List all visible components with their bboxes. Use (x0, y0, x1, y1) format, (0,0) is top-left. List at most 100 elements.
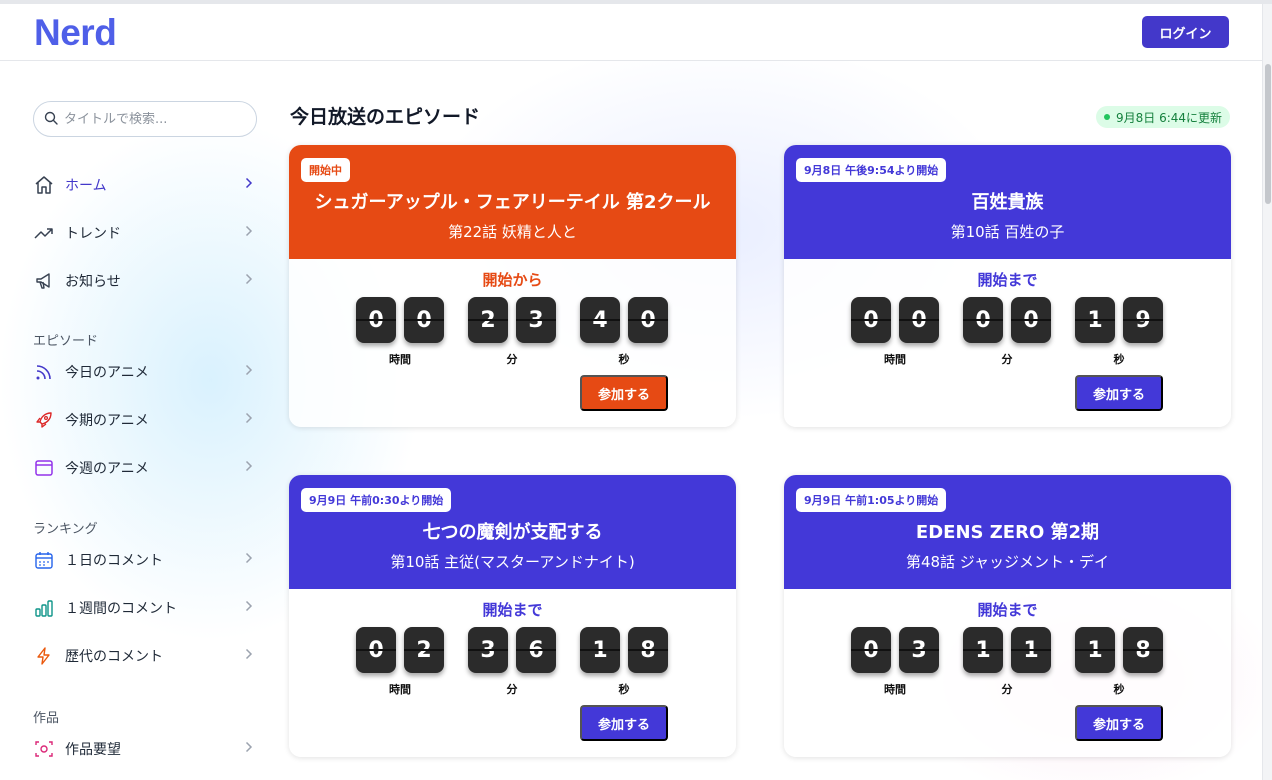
chevron-right-icon (245, 460, 253, 476)
countdown-digit: 3 (468, 627, 508, 673)
sidebar-item-label: 今日のアニメ (65, 365, 149, 381)
chevron-right-icon (245, 412, 253, 428)
trending-icon (33, 222, 55, 244)
join-button[interactable]: 参加する (1075, 375, 1163, 411)
sidebar-item-label: １日のコメント (65, 553, 163, 569)
sidebar-item-label: １週間のコメント (65, 601, 177, 617)
card-badge: 9月9日 午前1:05より開始 (796, 488, 947, 512)
episode-card[interactable]: 9月9日 午前0:30より開始 七つの魔剣が支配する 第10話 主従(マスターア… (289, 475, 736, 757)
card-subtitle: 第10話 主従(マスターアンドナイト) (390, 553, 635, 571)
chevron-right-icon (245, 741, 253, 757)
card-badge: 9月9日 午前0:30より開始 (301, 488, 452, 512)
sidebar: ホーム トレンド お知らせ エピソード 今日のアニメ 今期のアニメ 今週の (0, 62, 270, 780)
chevron-right-icon (245, 600, 253, 616)
countdown-digit: 0 (963, 297, 1003, 343)
sidebar-item-label: 作品要望 (65, 742, 121, 758)
rss-icon (33, 361, 55, 383)
countdown-digit: 8 (1123, 627, 1163, 673)
countdown-digit: 0 (851, 627, 891, 673)
countdown-digit: 0 (851, 297, 891, 343)
countdown-digit: 1 (1075, 297, 1115, 343)
countdown-status: 開始まで (977, 271, 1038, 289)
countdown-digit: 4 (580, 297, 620, 343)
card-title: EDENS ZERO 第2期 (915, 522, 1100, 543)
focus-icon (33, 738, 55, 760)
chevron-right-icon (245, 177, 253, 193)
countdown-digit: 0 (899, 297, 939, 343)
section-label-ranking: ランキング (33, 522, 98, 537)
page-title: 今日放送のエピソード (290, 106, 481, 128)
chevron-right-icon (245, 273, 253, 289)
sidebar-item-all-time-comments[interactable]: 歴代のコメント (33, 639, 257, 673)
episode-card[interactable]: 9月8日 午後9:54より開始 百姓貴族 第10話 百姓の子 開始まで 0 0 … (784, 145, 1231, 427)
countdown-digit: 2 (468, 297, 508, 343)
countdown-status: 開始から (482, 271, 543, 289)
card-title: シュガーアップル・フェアリーテイル 第2クール (314, 192, 711, 213)
countdown-digit: 0 (628, 297, 668, 343)
join-button[interactable]: 参加する (1075, 705, 1163, 741)
card-subtitle: 第48話 ジャッジメント・デイ (905, 553, 1110, 571)
sidebar-item-label: トレンド (65, 226, 121, 242)
section-label-episodes: エピソード (33, 334, 99, 349)
countdown-digit: 0 (404, 297, 444, 343)
countdown-digit: 2 (404, 627, 444, 673)
episode-card[interactable]: 開始中 シュガーアップル・フェアリーテイル 第2クール 第22話 妖精と人と 開… (289, 145, 736, 427)
scroll-thumb[interactable] (1265, 64, 1271, 204)
countdown-digit: 3 (899, 627, 939, 673)
sidebar-item-label: ホーム (65, 178, 107, 194)
countdown-digit: 1 (1075, 627, 1115, 673)
bar-chart-icon (33, 597, 55, 619)
countdown-digit: 3 (516, 297, 556, 343)
unit-hours: 時間 (884, 353, 906, 366)
card-title: 七つの魔剣が支配する (422, 522, 603, 543)
chevron-right-icon (245, 552, 253, 568)
sidebar-item-daily-comments[interactable]: １日のコメント (33, 543, 257, 577)
search-box[interactable] (33, 101, 257, 137)
countdown-digit: 9 (1123, 297, 1163, 343)
sidebar-item-label: 今週のアニメ (65, 461, 149, 477)
unit-seconds: 秒 (1113, 683, 1125, 696)
countdown-digit: 1 (1011, 627, 1051, 673)
login-button[interactable]: ログイン (1142, 16, 1229, 48)
chevron-right-icon (245, 225, 253, 241)
sidebar-item-home[interactable]: ホーム (33, 168, 257, 202)
unit-hours: 時間 (389, 353, 411, 366)
episode-card[interactable]: 9月9日 午前1:05より開始 EDENS ZERO 第2期 第48話 ジャッジ… (784, 475, 1231, 757)
scrollbar[interactable] (1262, 4, 1272, 780)
countdown-digit: 1 (580, 627, 620, 673)
unit-minutes: 分 (506, 353, 518, 366)
logo[interactable]: Nerd (34, 12, 117, 54)
sidebar-item-weekly-comments[interactable]: １週間のコメント (33, 591, 257, 625)
countdown-digit: 8 (628, 627, 668, 673)
unit-minutes: 分 (1001, 353, 1013, 366)
unit-hours: 時間 (389, 683, 411, 696)
countdown-digit: 0 (356, 297, 396, 343)
sidebar-item-label: 今期のアニメ (65, 413, 149, 429)
lightning-icon (33, 645, 55, 667)
sidebar-item-week-anime[interactable]: 今週のアニメ (33, 451, 257, 485)
sidebar-item-season-anime[interactable]: 今期のアニメ (33, 403, 257, 437)
sidebar-item-trend[interactable]: トレンド (33, 216, 257, 250)
status-dot-icon (1104, 114, 1110, 120)
sidebar-item-label: 歴代のコメント (65, 649, 163, 665)
card-title: 百姓貴族 (971, 192, 1044, 213)
join-button[interactable]: 参加する (580, 375, 668, 411)
unit-minutes: 分 (506, 683, 518, 696)
rocket-icon (33, 409, 55, 431)
countdown-digit: 0 (356, 627, 396, 673)
card-badge: 開始中 (301, 158, 350, 182)
search-input[interactable] (64, 111, 244, 127)
updated-text: 9月8日 6:44に更新 (1116, 110, 1223, 125)
sidebar-item-work-request[interactable]: 作品要望 (33, 732, 257, 766)
sidebar-item-news[interactable]: お知らせ (33, 264, 257, 298)
sidebar-item-today-anime[interactable]: 今日のアニメ (33, 355, 257, 389)
join-button[interactable]: 参加する (580, 705, 668, 741)
unit-hours: 時間 (884, 683, 906, 696)
card-subtitle: 第10話 百姓の子 (950, 223, 1065, 241)
unit-seconds: 秒 (618, 353, 630, 366)
home-icon (33, 174, 55, 196)
countdown-digit: 0 (1011, 297, 1051, 343)
sidebar-item-label: お知らせ (65, 274, 121, 290)
section-label-works: 作品 (33, 711, 60, 726)
unit-seconds: 秒 (1113, 353, 1125, 366)
